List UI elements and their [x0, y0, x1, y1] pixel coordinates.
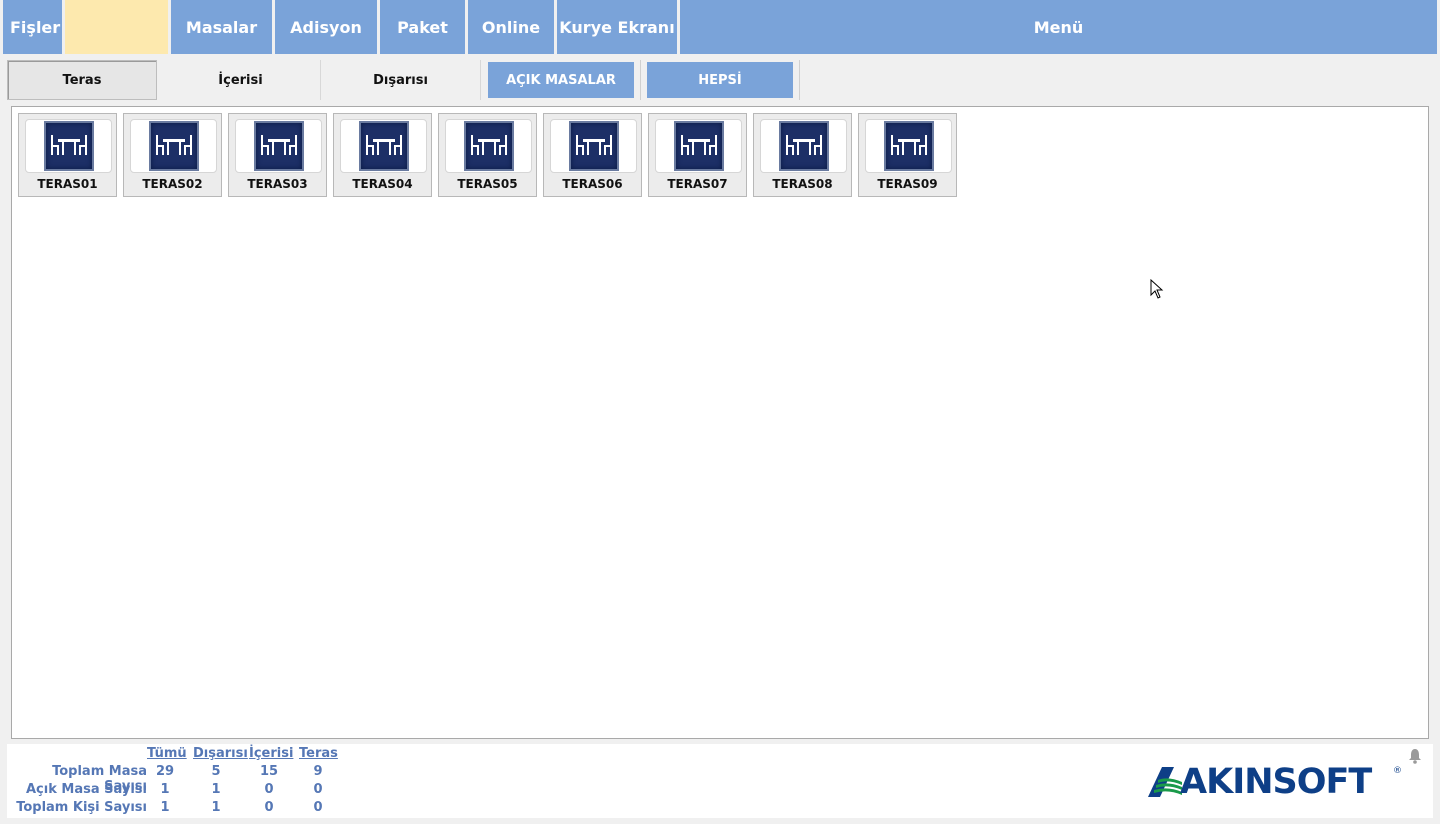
stats-value: 9 [313, 764, 323, 779]
tab-disarisi[interactable]: Dışarısı [321, 60, 481, 100]
nav-masalar-button[interactable]: Masalar [171, 0, 272, 54]
stats-value: 0 [313, 782, 323, 797]
tables-panel: TERAS01 TERAS02 TERAS03 TERAS04 TERAS05 TERAS… [11, 106, 1429, 739]
stats-value: 0 [313, 800, 323, 815]
registered-mark: ® [1393, 766, 1402, 776]
nav-adisyon-button[interactable]: Adisyon [275, 0, 377, 54]
stats-value: 1 [211, 782, 221, 797]
dining-table-icon [778, 121, 829, 171]
table-tile-frame [865, 119, 952, 173]
table-label: TERAS05 [457, 177, 518, 191]
table-label: TERAS01 [37, 177, 98, 191]
dining-table-icon [148, 121, 199, 171]
area-tabs: Teras İçerisi Dışarısı AÇIK MASALAR HEPS… [7, 60, 806, 100]
stats-value: 1 [160, 782, 170, 797]
logo-text: AKINSOFT [1180, 762, 1372, 802]
table-tile-frame [130, 119, 217, 173]
stats-value: 0 [264, 800, 274, 815]
table-tile[interactable]: TERAS09 [858, 113, 957, 197]
table-tile[interactable]: TERAS05 [438, 113, 537, 197]
stats-row-label: Toplam Kişi Sayısı [16, 800, 147, 815]
stats-footer: Tümü Dışarısı İçerisi Teras Toplam Masa Sayı… [7, 744, 1433, 818]
nav-kurye-button[interactable]: Kurye Ekranı [557, 0, 677, 54]
table-tile-frame [340, 119, 427, 173]
dining-table-icon [43, 121, 94, 171]
akinsoft-logo: AKINSOFT ® [1144, 762, 1404, 802]
dining-table-icon [568, 121, 619, 171]
dining-table-icon [883, 121, 934, 171]
table-tile[interactable]: TERAS02 [123, 113, 222, 197]
nav-fisler-button[interactable]: Fişler [3, 0, 62, 54]
table-tile[interactable]: TERAS08 [753, 113, 852, 197]
table-label: TERAS07 [667, 177, 728, 191]
top-navigation: Fişler Masalar Adisyon Paket Online Kury… [3, 0, 1437, 54]
table-tile[interactable]: TERAS01 [18, 113, 117, 197]
table-tile-frame [235, 119, 322, 173]
tab-teras[interactable]: Teras [7, 60, 157, 100]
stats-value: 1 [211, 800, 221, 815]
table-label: TERAS04 [352, 177, 413, 191]
nav-paket-button[interactable]: Paket [380, 0, 465, 54]
table-tile[interactable]: TERAS04 [333, 113, 432, 197]
dining-table-icon [253, 121, 304, 171]
tab-divider [799, 60, 800, 100]
table-tile-frame [760, 119, 847, 173]
table-tile[interactable]: TERAS03 [228, 113, 327, 197]
stats-value: 5 [211, 764, 221, 779]
acik-masalar-button[interactable]: AÇIK MASALAR [488, 62, 634, 98]
nav-menu-button[interactable]: Menü [680, 0, 1437, 54]
table-label: TERAS06 [562, 177, 623, 191]
dining-table-icon [358, 121, 409, 171]
stats-column-header[interactable]: İçerisi [249, 746, 293, 761]
stats-row-label: Açık Masa Sayısı [26, 782, 147, 797]
stats-value: 0 [264, 782, 274, 797]
table-label: TERAS03 [247, 177, 308, 191]
table-tile-frame [25, 119, 112, 173]
dining-table-icon [673, 121, 724, 171]
stats-value: 29 [155, 764, 175, 779]
table-tile-frame [655, 119, 742, 173]
mouse-cursor-icon [1150, 279, 1164, 299]
stats-value: 15 [259, 764, 279, 779]
table-grid: TERAS01 TERAS02 TERAS03 TERAS04 TERAS05 TERAS… [18, 113, 963, 197]
table-tile-frame [550, 119, 637, 173]
table-label: TERAS08 [772, 177, 833, 191]
akinsoft-logo-mark-icon [1148, 767, 1182, 797]
nav-online-button[interactable]: Online [468, 0, 554, 54]
dining-table-icon [463, 121, 514, 171]
tab-divider [640, 60, 641, 100]
tab-icerisi[interactable]: İçerisi [161, 60, 321, 100]
table-tile[interactable]: TERAS06 [543, 113, 642, 197]
table-tile-frame [445, 119, 532, 173]
nav-active-tab[interactable] [65, 0, 168, 54]
stats-column-header[interactable]: Tümü [147, 746, 187, 761]
bell-icon[interactable] [1408, 748, 1422, 764]
stats-value: 1 [160, 800, 170, 815]
hepsi-button[interactable]: HEPSİ [647, 62, 793, 98]
table-label: TERAS02 [142, 177, 203, 191]
stats-column-header[interactable]: Dışarısı [193, 746, 248, 761]
table-tile[interactable]: TERAS07 [648, 113, 747, 197]
table-label: TERAS09 [877, 177, 938, 191]
stats-column-header[interactable]: Teras [299, 746, 338, 761]
